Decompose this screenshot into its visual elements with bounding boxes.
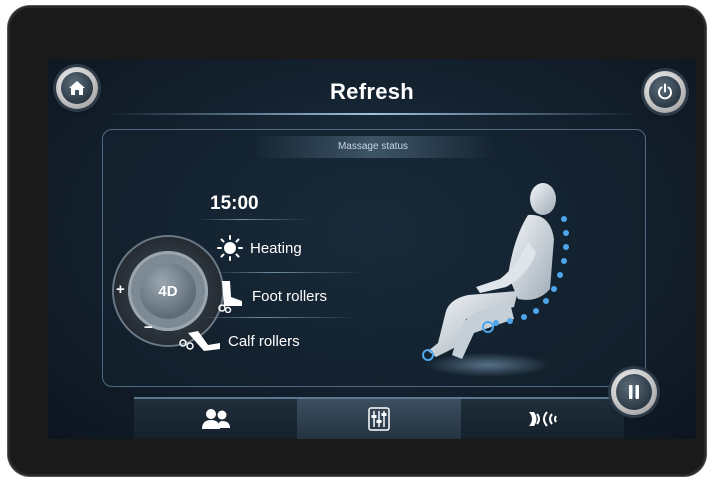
device-bezel: Refresh Massage status 15:00 4D + − Heat… [8, 6, 706, 476]
mode-label: Heating [250, 239, 302, 257]
divider [198, 317, 358, 318]
mode-heating[interactable]: Heating [216, 234, 302, 262]
adjust-sliders-icon [368, 407, 390, 431]
tab-vibration[interactable] [460, 397, 624, 439]
power-button[interactable] [644, 71, 686, 113]
panel-title: Massage status [253, 136, 493, 158]
sun-icon [217, 235, 243, 261]
divider [198, 219, 308, 220]
mode-calf-rollers[interactable]: Calf rollers [178, 327, 300, 355]
mode-foot-rollers[interactable]: Foot rollers [216, 279, 327, 313]
bottom-tab-bar [134, 397, 624, 439]
dial-decrease[interactable]: − [144, 319, 153, 336]
pause-icon [629, 385, 639, 399]
calf-roller-icon [179, 331, 220, 351]
vibration-icon [529, 411, 558, 427]
mode-label: Calf rollers [228, 332, 300, 350]
timer-display: 15:00 [210, 193, 259, 214]
users-icon [201, 409, 230, 429]
dial-increase[interactable]: + [116, 281, 125, 298]
divider [212, 272, 362, 273]
header-divider [108, 113, 636, 115]
foot-roller-icon [218, 281, 242, 313]
power-icon [658, 83, 672, 100]
touch-screen: Refresh Massage status 15:00 4D + − Heat… [48, 59, 696, 439]
tab-adjust[interactable] [297, 397, 461, 439]
tab-users[interactable] [134, 397, 298, 439]
dial-mode-label: 4D [140, 263, 196, 319]
pause-button[interactable] [611, 369, 657, 415]
page-title: Refresh [329, 79, 415, 104]
massage-chair-figure [422, 183, 569, 377]
mode-label: Foot rollers [252, 287, 328, 305]
